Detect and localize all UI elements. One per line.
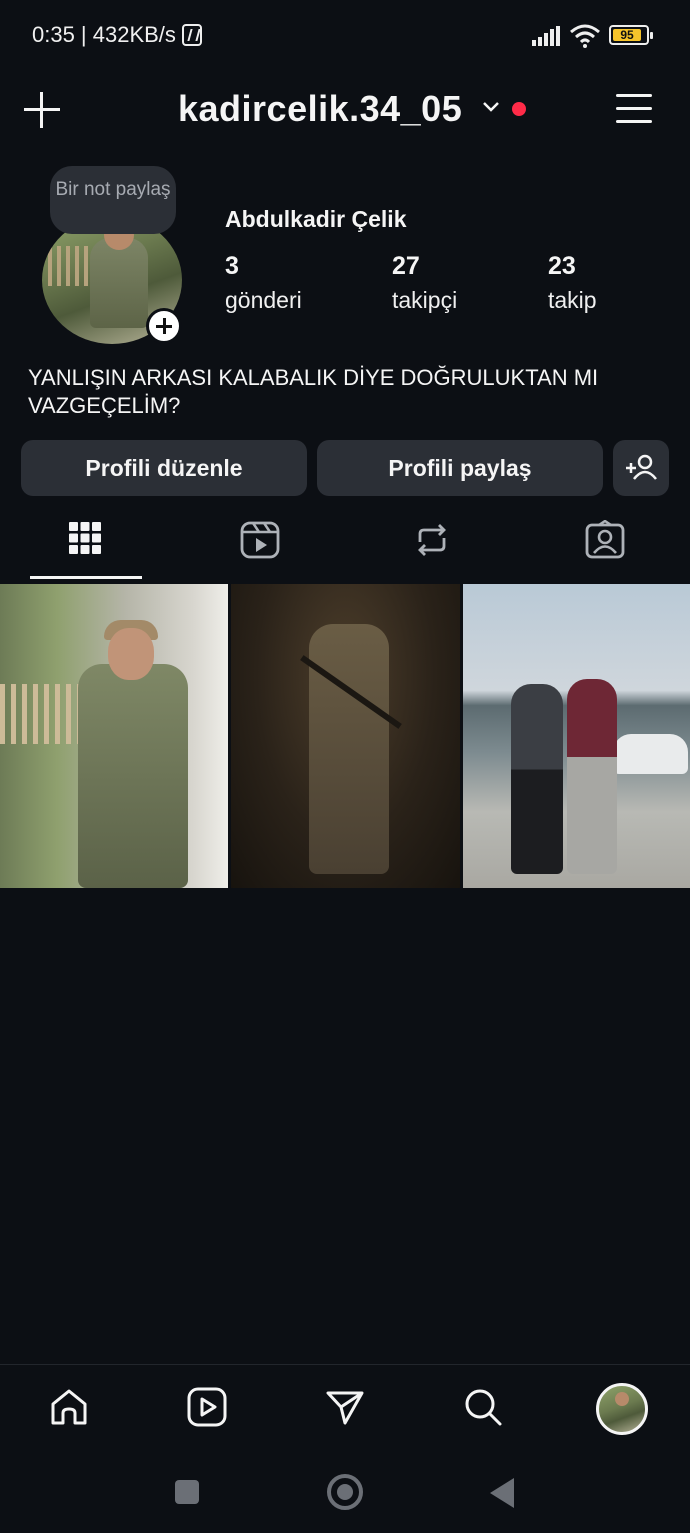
stat-following[interactable]: 23 takip [548,252,597,314]
bio: YANLIŞIN ARKASI KALABALIK DİYE DOĞRULUKT… [28,365,599,418]
recents-icon[interactable] [175,1480,199,1504]
edit-profile-button[interactable]: Profili düzenle [21,440,307,496]
note-bubble[interactable]: Bir not paylaş [50,166,176,234]
stat-posts[interactable]: 3 gönderi [225,252,302,314]
nav-direct[interactable] [321,1383,369,1431]
discover-people-button[interactable] [613,440,669,496]
profile-avatar[interactable] [596,1383,648,1435]
stat-following-count: 23 [548,252,576,280]
username[interactable]: kadircelik.34_05 [178,88,462,130]
tab-reels[interactable] [203,512,315,582]
system-navigation [0,1456,690,1533]
battery-level: 95 [620,28,634,42]
create-plus-icon[interactable] [22,90,62,130]
nav-home[interactable] [45,1383,93,1431]
search-icon [465,1389,502,1426]
notification-dot [512,102,526,116]
back-icon[interactable] [490,1478,514,1508]
tagged-icon [585,520,625,559]
battery-icon: 95 [609,25,653,45]
grid-icon [69,522,101,554]
active-tab-indicator [30,576,142,579]
status-bar: 0:35 | 432KB/s 95 [0,0,690,70]
reels-icon [187,1387,227,1427]
post-soldier-night[interactable] [231,584,460,888]
reposts-icon [418,524,446,556]
stat-posts-label: gönderi [225,287,302,313]
profile-header: kadircelik.34_05 [0,80,690,140]
wifi-icon [570,24,600,48]
direct-icon [326,1391,364,1425]
stat-followers-label: takipçi [392,287,458,313]
stat-followers-count: 27 [392,252,420,280]
stat-posts-count: 3 [225,252,239,280]
bottom-navigation [0,1364,690,1456]
add-person-icon [626,454,657,480]
menu-icon[interactable] [614,92,654,126]
full-name: Abdulkadir Çelik [225,206,407,232]
stat-followers[interactable]: 27 takipçi [392,252,457,314]
posts-grid [0,584,690,888]
post-two-men[interactable] [463,584,690,888]
profile-tabs [0,512,690,582]
status-time: 0:35 | 432KB/s [32,22,202,48]
nfc-icon [181,24,202,46]
home-circle-icon[interactable] [327,1474,363,1510]
chevron-down-icon[interactable] [481,96,501,116]
signal-icon [532,26,560,46]
nav-reels[interactable] [183,1383,231,1431]
add-story-icon[interactable] [146,308,182,344]
tab-reposts[interactable] [375,512,487,582]
reels-icon [240,521,280,559]
home-icon [51,1389,87,1425]
post-soldier-sitting[interactable] [0,584,228,888]
tab-tagged[interactable] [548,512,660,582]
nav-search[interactable] [459,1383,507,1431]
stat-following-label: takip [548,287,597,313]
share-profile-button[interactable]: Profili paylaş [317,440,603,496]
tab-grid[interactable] [30,512,142,582]
